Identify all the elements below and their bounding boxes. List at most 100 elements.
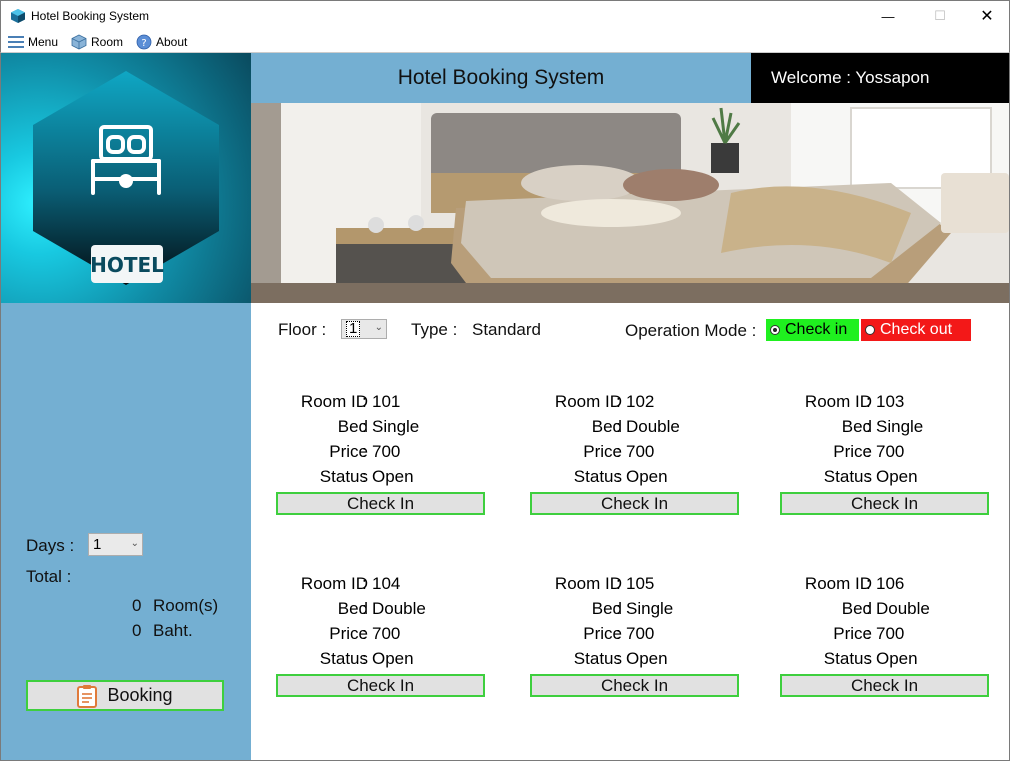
room-id-key: Room ID [804,392,872,411]
days-select[interactable]: 1 ⌄ [88,533,143,556]
room-colon: : [616,624,621,643]
room-colon: : [866,392,871,411]
list-icon [8,35,24,48]
room-colon: : [616,417,621,436]
title-bar: Hotel Booking System — ☐ ✕ [0,0,1010,31]
baht-amount: 0 [132,621,142,640]
room-id-key: Room ID [554,392,622,411]
header-title: Hotel Booking System [251,53,751,103]
room-colon: : [362,417,367,436]
status-value: Open [372,467,414,486]
check-in-button[interactable]: Check In [780,492,989,515]
price-value: 700 [626,624,655,643]
room-colon: : [362,649,367,668]
hotel-logo-panel: HOTEL [1,53,251,303]
status-key: Status [319,467,368,486]
check-in-button[interactable]: Check In [780,674,989,697]
floor-label: Floor : [278,320,327,339]
room-colon: : [616,392,621,411]
bed-value: Single [372,417,420,436]
menu-item-about[interactable]: ? About [136,33,187,50]
room-colon: : [866,649,871,668]
maximize-button[interactable]: ☐ [917,1,963,31]
room-colon: : [616,574,621,593]
room-colon: : [362,624,367,643]
booking-button[interactable]: Booking [26,680,224,711]
hotel-logo-icon: HOTEL [33,71,219,285]
mode-check-out-radio[interactable]: Check out [861,319,971,341]
chevron-down-icon: ⌄ [130,538,139,549]
check-in-button[interactable]: Check In [276,674,485,697]
baht-unit: Baht. [153,621,193,640]
menu-label: Menu [28,34,59,49]
menu-item-room[interactable]: Room [71,33,123,50]
type-value: Standard [472,320,541,339]
room-colon: : [866,599,871,618]
room-id-key: Room ID [300,574,368,593]
radio-unselected-icon [865,325,875,335]
room-id-value: 102 [626,392,655,411]
room-colon: : [616,599,621,618]
room-id-value: 106 [876,574,905,593]
room-colon: : [362,442,367,461]
mode-check-out-label: Check out [880,321,953,338]
menu-item-menu[interactable]: Menu [8,33,58,50]
room-id-value: 101 [372,392,401,411]
room-colon: : [866,574,871,593]
room-card: Room ID:102 Bed: Double Price:700 Status:… [530,392,740,522]
clipboard-icon [77,684,98,708]
logo-text: HOTEL [90,253,164,277]
room-colon: : [616,467,621,486]
status-value: Open [626,649,668,668]
price-value: 700 [876,624,905,643]
mode-check-in-radio[interactable]: Check in [766,319,859,341]
bed-value: Single [626,599,674,618]
status-value: Open [372,649,414,668]
operation-mode-label: Operation Mode : [625,321,757,340]
menu-bar: Menu Room ? About [0,31,1010,52]
bed-value: Double [372,599,426,618]
window-title: Hotel Booking System [31,9,150,23]
room-colon: : [616,442,621,461]
room-id-key: Room ID [554,574,622,593]
bed-value: Single [876,417,924,436]
rooms-count: 0 [132,596,142,615]
check-in-button[interactable]: Check In [530,492,739,515]
check-in-button[interactable]: Check In [530,674,739,697]
menu-label: Room [91,34,124,49]
status-key: Status [319,649,368,668]
room-card: Room ID:106 Bed: Double Price:700 Status:… [780,574,990,704]
room-colon: : [866,442,871,461]
room-colon: : [362,467,367,486]
room-colon: : [866,417,871,436]
status-key: Status [573,649,622,668]
rooms-unit: Room(s) [153,596,219,615]
close-button[interactable]: ✕ [964,1,1010,31]
status-value: Open [876,467,918,486]
bed-value: Double [626,417,680,436]
floor-select[interactable]: 1 ⌄ [341,319,387,339]
status-key: Status [573,467,622,486]
type-label: Type : [411,320,458,339]
room-id-value: 103 [876,392,905,411]
room-id-value: 105 [626,574,655,593]
days-select-value: 1 [93,536,102,553]
room-colon: : [362,392,367,411]
minimize-button[interactable]: — [865,1,911,31]
room-card: Room ID:103 Bed: Single Price:700 Status:… [780,392,990,522]
room-id-key: Room ID [804,574,872,593]
cube-icon [71,34,87,49]
welcome-text: Welcome : Yossapon [751,53,1009,103]
help-icon: ? [136,34,152,49]
room-card: Room ID:104 Bed: Double Price:700 Status:… [276,574,486,704]
svg-text:?: ? [141,38,146,49]
price-value: 700 [372,442,401,461]
status-key: Status [823,467,872,486]
bedroom-banner-image [251,103,1009,303]
room-colon: : [362,599,367,618]
status-value: Open [876,649,918,668]
check-in-button[interactable]: Check In [276,492,485,515]
room-id-value: 104 [372,574,401,593]
mode-check-in-label: Check in [785,321,848,338]
floor-select-value: 1 [346,321,361,337]
